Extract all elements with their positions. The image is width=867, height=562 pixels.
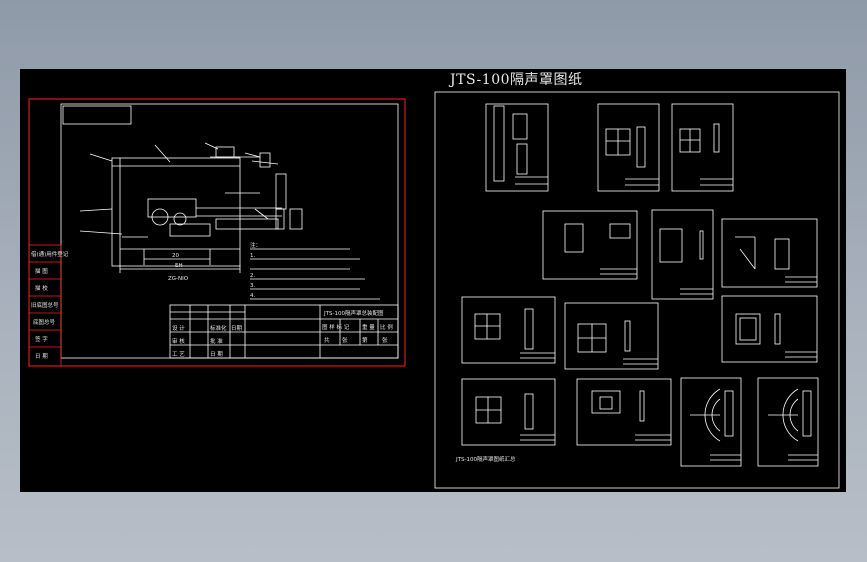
side-label-6: 日 期 <box>35 353 48 360</box>
tb-row1-0: 设 计 <box>172 324 185 332</box>
drawing-thumb-12 <box>680 377 742 467</box>
drawing-thumb-9 <box>721 295 818 363</box>
side-label-1: 描 图 <box>35 267 48 275</box>
side-label-5: 签 字 <box>35 335 48 343</box>
tb-right-row-0: 图 样 标 记 <box>322 323 350 331</box>
tb-right-row2-0: 共 <box>324 336 330 344</box>
right-sheet <box>434 91 840 489</box>
drawing-thumb-11 <box>576 378 672 446</box>
tb-right-title: JTS-100隔声罩总装配图 <box>323 309 384 317</box>
drawing-thumb-7 <box>461 296 556 364</box>
dim-label-0: ZG-NIO <box>168 276 189 282</box>
tb-row3-1: 日 期 <box>210 351 223 358</box>
drawing-thumb-10 <box>461 378 556 446</box>
tb-row2-1: 批 准 <box>210 337 223 345</box>
tb-row3-0: 工 艺 <box>172 351 185 358</box>
drawing-thumb-3 <box>671 103 734 192</box>
left-sheet-inner-frame <box>60 103 399 359</box>
drawing-thumb-8 <box>564 302 659 370</box>
tb-right-row2-1: 张 <box>342 336 348 344</box>
drawing-thumb-6 <box>721 218 818 288</box>
tb-row2-0: 审 核 <box>172 337 185 345</box>
tb-right-row-2: 比 例 <box>380 323 393 331</box>
tb-right-row2-2: 第 <box>362 336 368 344</box>
drawing-thumb-1 <box>485 103 549 192</box>
cad-svg: 借(通)用件登记 描 图 描 校 旧底图总号 底图总号 签 字 日 期 ZG-N… <box>28 91 840 489</box>
note-3: 3. <box>250 283 255 289</box>
right-sheet-bottom-note: JTS-100隔声罩图纸汇总 <box>455 455 516 463</box>
dim-label-2: 20 <box>172 253 179 259</box>
drawing-thumb-2 <box>597 103 660 192</box>
note-0: 注： <box>250 241 261 249</box>
note-1: 1. <box>250 253 255 259</box>
drawing-thumb-4 <box>542 210 638 280</box>
dim-label-1: EH <box>175 263 183 269</box>
tb-row1-2: 日期 <box>231 325 243 332</box>
side-label-3: 旧底图总号 <box>31 301 59 309</box>
drawing-thumb-5 <box>651 209 714 300</box>
note-2: 2. <box>250 273 255 279</box>
cad-drawing-canvas[interactable]: JTS-100隔声罩图纸 借(通)用件登记 描 图 描 校 旧底图总号 底图总号… <box>20 69 846 492</box>
tb-row1-1: 标准化 <box>210 324 227 332</box>
side-label-0: 借(通)用件登记 <box>31 250 69 258</box>
side-label-2: 描 校 <box>35 284 48 292</box>
note-4: 4. <box>250 293 255 299</box>
side-label-4: 底图总号 <box>33 318 56 326</box>
tb-right-row2-3: 张 <box>382 336 388 344</box>
enclosure-outline <box>111 157 241 267</box>
drawing-thumb-13 <box>757 377 819 467</box>
tb-right-row-1: 重 量 <box>362 323 375 331</box>
